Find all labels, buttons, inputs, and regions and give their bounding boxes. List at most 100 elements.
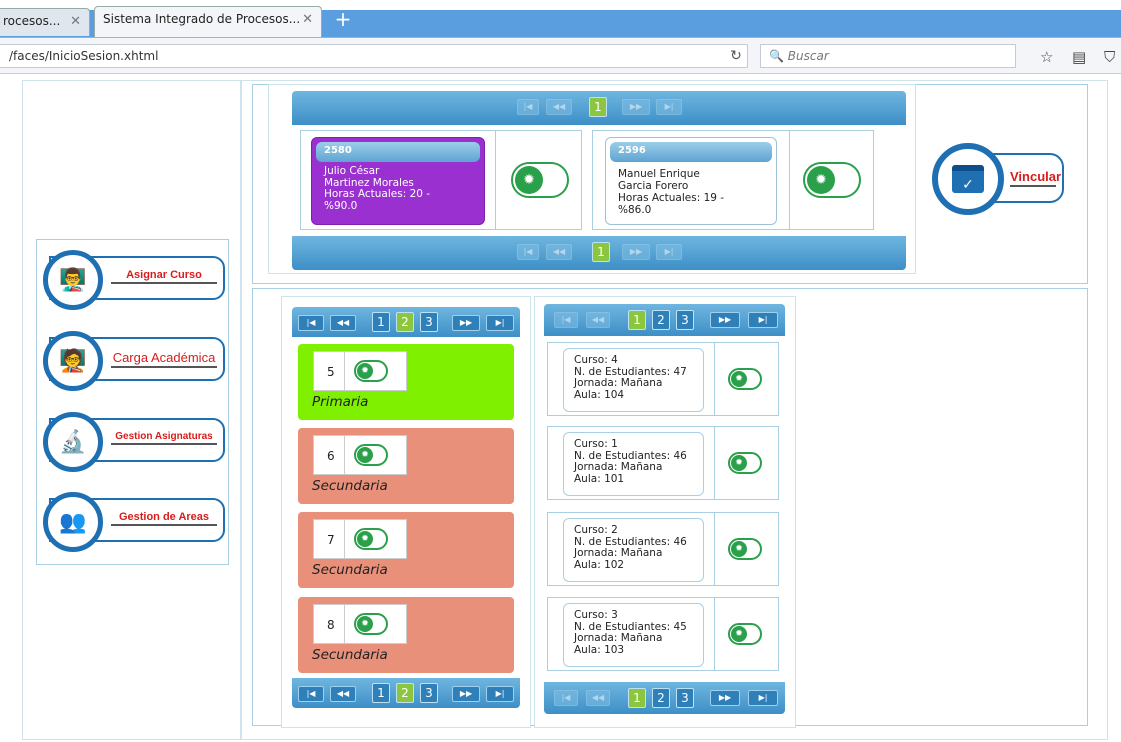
page-number-button[interactable]: 2 xyxy=(652,310,670,330)
prev-page-button[interactable]: ◀◀ xyxy=(546,244,572,260)
close-icon[interactable]: ✕ xyxy=(70,14,81,29)
sidebar-item-asignar-curso[interactable]: 👨‍🏫 Asignar Curso xyxy=(43,250,225,310)
course-info: Curso: 3 N. de Estudiantes: 45 Jornada: … xyxy=(563,603,704,667)
student-card[interactable]: 2580 Julio César Martinez Morales Horas … xyxy=(311,137,485,225)
student-info: Julio César Martinez Morales Horas Actua… xyxy=(312,162,484,218)
navigation-bar: /faces/InicioSesion.xhtml ↻ 🔍 Buscar ☆ ▤… xyxy=(0,38,1121,74)
gear-icon: ✹ xyxy=(357,531,373,547)
page-number-button[interactable]: 1 xyxy=(628,310,646,330)
vincular-label: Vincular xyxy=(1010,169,1061,187)
select-toggle[interactable]: ✹ xyxy=(354,444,388,466)
prev-page-button[interactable]: ◀◀ xyxy=(586,690,610,706)
page-number-button[interactable]: 1 xyxy=(372,312,390,332)
page-number-button[interactable]: 3 xyxy=(420,683,438,703)
students-pager-top: |◀ ◀◀ 1 ▶▶ ▶| xyxy=(292,91,906,125)
select-toggle[interactable]: ✹ xyxy=(354,613,388,635)
close-icon[interactable]: ✕ xyxy=(302,12,313,27)
prev-page-button[interactable]: ◀◀ xyxy=(546,99,572,115)
new-tab-button[interactable]: + xyxy=(328,8,358,32)
grade-box: 6 ✹ xyxy=(313,435,407,475)
grade-box: 8 ✹ xyxy=(313,604,407,644)
prev-page-button[interactable]: ◀◀ xyxy=(586,312,610,328)
page-number-button[interactable]: 2 xyxy=(652,688,670,708)
next-page-button[interactable]: ▶▶ xyxy=(452,686,480,702)
student-hours: Horas Actuales: 20 - xyxy=(324,188,431,200)
first-page-button[interactable]: |◀ xyxy=(554,690,578,706)
divider xyxy=(495,131,496,229)
prev-page-button[interactable]: ◀◀ xyxy=(330,686,356,702)
tab-label: Sistema Integrado de Procesos... xyxy=(103,12,301,26)
page-number-button[interactable]: 2 xyxy=(396,312,414,332)
grade-box: 7 ✹ xyxy=(313,519,407,559)
course-card[interactable]: Curso: 1 N. de Estudiantes: 46 Jornada: … xyxy=(547,426,779,500)
page-number-button[interactable]: 1 xyxy=(628,688,646,708)
select-toggle[interactable]: ✹ xyxy=(728,452,762,474)
calendar-check-icon: ✓ xyxy=(932,143,1004,215)
grade-card[interactable]: 7 ✹ Secundaria xyxy=(298,512,514,588)
reading-list-icon[interactable]: ▤ xyxy=(1072,48,1086,66)
last-page-button[interactable]: ▶| xyxy=(656,99,682,115)
page-number-button[interactable]: 3 xyxy=(676,310,694,330)
next-page-button[interactable]: ▶▶ xyxy=(622,244,650,260)
last-page-button[interactable]: ▶| xyxy=(486,686,514,702)
vincular-button[interactable]: ✓ Vincular xyxy=(932,143,1064,215)
student-percent: %86.0 xyxy=(618,204,652,216)
gear-icon: ✹ xyxy=(807,166,835,194)
next-page-button[interactable]: ▶▶ xyxy=(452,315,480,331)
select-toggle[interactable]: ✹ xyxy=(511,162,569,198)
address-bar[interactable]: /faces/InicioSesion.xhtml xyxy=(0,44,748,68)
reload-icon[interactable]: ↻ xyxy=(722,44,750,68)
page-number-button[interactable]: 1 xyxy=(372,683,390,703)
last-page-button[interactable]: ▶| xyxy=(656,244,682,260)
sidebar-item-gestion-areas[interactable]: 👥 Gestion de Areas xyxy=(43,492,225,552)
page-number-button[interactable]: 1 xyxy=(592,242,610,262)
search-input[interactable]: 🔍 Buscar xyxy=(760,44,1016,68)
first-page-button[interactable]: |◀ xyxy=(517,99,539,115)
sidebar-item-label: Asignar Curso xyxy=(111,269,217,284)
course-card[interactable]: Curso: 4 N. de Estudiantes: 47 Jornada: … xyxy=(547,342,779,416)
student-card-container: 2596 Manuel Enrique Garcia Forero Horas … xyxy=(592,130,874,230)
select-toggle[interactable]: ✹ xyxy=(728,368,762,390)
select-toggle[interactable]: ✹ xyxy=(728,623,762,645)
select-toggle[interactable]: ✹ xyxy=(354,360,388,382)
grade-card[interactable]: 6 ✹ Secundaria xyxy=(298,428,514,504)
divider xyxy=(714,598,715,670)
last-page-button[interactable]: ▶| xyxy=(486,315,514,331)
course-card[interactable]: Curso: 3 N. de Estudiantes: 45 Jornada: … xyxy=(547,597,779,671)
sidebar-item-carga-academica[interactable]: 🧑‍🏫 Carga Académica xyxy=(43,331,225,391)
select-toggle[interactable]: ✹ xyxy=(354,528,388,550)
pocket-icon[interactable]: ⛉ xyxy=(1104,48,1115,66)
select-toggle[interactable]: ✹ xyxy=(803,162,861,198)
grade-level: Secundaria xyxy=(312,647,388,663)
page-number-button[interactable]: 1 xyxy=(589,97,607,117)
tab-sistema-integrado[interactable]: Sistema Integrado de Procesos... ✕ xyxy=(94,6,322,37)
grade-card[interactable]: 5 ✹ Primaria xyxy=(298,344,514,420)
last-page-button[interactable]: ▶| xyxy=(748,690,778,706)
first-page-button[interactable]: |◀ xyxy=(554,312,578,328)
bookmark-star-icon[interactable]: ☆ xyxy=(1040,48,1053,66)
course-info: Curso: 4 N. de Estudiantes: 47 Jornada: … xyxy=(563,348,704,412)
course-card[interactable]: Curso: 2 N. de Estudiantes: 46 Jornada: … xyxy=(547,512,779,586)
page-number-button[interactable]: 3 xyxy=(676,688,694,708)
tab-procesos[interactable]: rocesos... ✕ xyxy=(0,8,90,36)
next-page-button[interactable]: ▶▶ xyxy=(622,99,650,115)
next-page-button[interactable]: ▶▶ xyxy=(710,690,740,706)
prev-page-button[interactable]: ◀◀ xyxy=(330,315,356,331)
grade-card[interactable]: 8 ✹ Secundaria xyxy=(298,597,514,673)
page-number-button[interactable]: 3 xyxy=(420,312,438,332)
page-number-button[interactable]: 2 xyxy=(396,683,414,703)
first-page-button[interactable]: |◀ xyxy=(298,686,324,702)
last-page-button[interactable]: ▶| xyxy=(748,312,778,328)
sidebar-item-label: Gestion Asignaturas xyxy=(111,431,217,445)
course-room: Aula: 102 xyxy=(574,558,625,571)
sidebar-item-gestion-asignaturas[interactable]: 🔬 Gestion Asignaturas xyxy=(43,412,225,472)
first-page-button[interactable]: |◀ xyxy=(298,315,324,331)
student-card[interactable]: 2596 Manuel Enrique Garcia Forero Horas … xyxy=(605,137,777,225)
grade-level: Secundaria xyxy=(312,478,388,494)
grade-level: Primaria xyxy=(312,394,369,410)
select-toggle[interactable]: ✹ xyxy=(728,538,762,560)
next-page-button[interactable]: ▶▶ xyxy=(710,312,740,328)
first-page-button[interactable]: |◀ xyxy=(517,244,539,260)
teacher-board-icon: 🧑‍🏫 xyxy=(43,331,103,391)
search-icon: 🔍 xyxy=(769,49,784,63)
